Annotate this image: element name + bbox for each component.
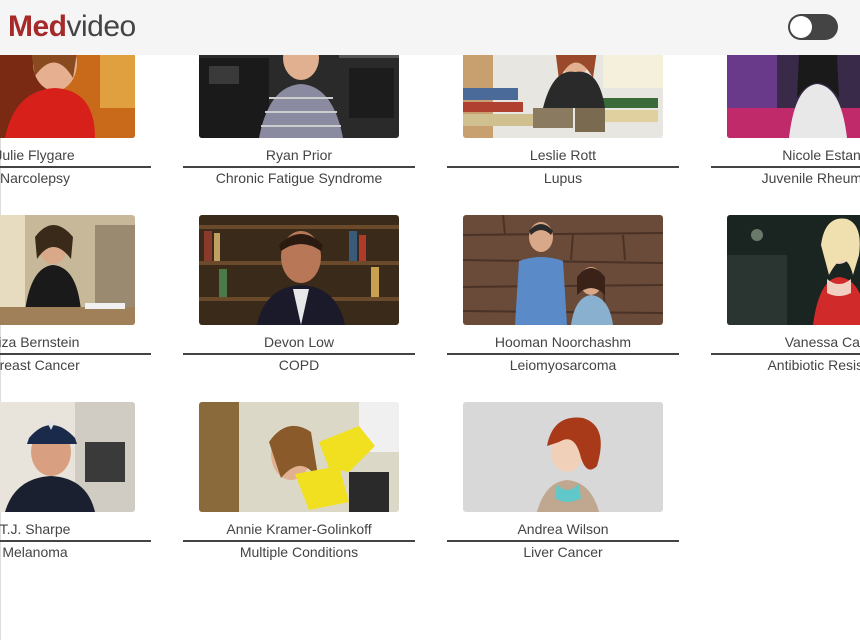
profile-name: Vanessa Carr xyxy=(784,334,860,350)
man-cap-icon xyxy=(0,402,135,512)
profile-condition: Melanoma xyxy=(2,544,68,560)
profile-card[interactable]: Andrea Wilson Liver Cancer xyxy=(447,402,679,577)
divider xyxy=(447,540,679,542)
couple-stone-wall-icon xyxy=(463,215,663,325)
profile-name: Andrea Wilson xyxy=(517,521,609,537)
app-header: Medvideo xyxy=(0,0,860,55)
profile-condition: Chronic Fatigue Syndrome xyxy=(215,170,383,186)
profile-card[interactable]: Liza Bernstein Breast Cancer xyxy=(0,215,151,390)
profile-condition: Narcolepsy xyxy=(0,170,71,186)
toggle-knob xyxy=(790,16,812,38)
profile-name: Hooman Noorchashm xyxy=(494,334,632,350)
profile-name: Nicole Estanol xyxy=(782,147,860,163)
profile-name: Julie Flygare xyxy=(0,147,75,163)
divider xyxy=(183,353,415,355)
medvideo-logo[interactable]: Medvideo xyxy=(8,10,136,44)
theme-toggle[interactable] xyxy=(788,14,838,40)
profile-condition: Leiomyosarcoma xyxy=(509,357,617,373)
profile-condition: COPD xyxy=(278,357,320,373)
divider xyxy=(711,353,860,355)
profile-condition: Antibiotic Resistant xyxy=(767,357,860,373)
profile-condition: Breast Cancer xyxy=(0,357,80,373)
profile-card[interactable]: Annie Kramer-Golinkoff Multiple Conditio… xyxy=(183,402,415,577)
woman-at-desk-icon xyxy=(0,215,135,325)
woman-red-hair-icon xyxy=(463,402,663,512)
logo-video: video xyxy=(66,10,137,43)
profile-name: Annie Kramer-Golinkoff xyxy=(226,521,372,537)
divider xyxy=(447,166,679,168)
profile-grid: Julie Flygare Narcolepsy Ryan Prior Chro… xyxy=(0,0,860,640)
man-bookshelf-icon xyxy=(199,215,399,325)
profile-condition: Juvenile Rheumatoid xyxy=(761,170,860,186)
logo-med: Med xyxy=(8,10,67,43)
profile-condition: Multiple Conditions xyxy=(239,544,359,560)
divider xyxy=(447,353,679,355)
divider xyxy=(183,166,415,168)
woman-night-street-icon xyxy=(727,215,860,325)
divider xyxy=(711,166,860,168)
profile-name: Ryan Prior xyxy=(265,147,333,163)
profile-name: Leslie Rott xyxy=(529,147,597,163)
profile-condition: Lupus xyxy=(543,170,583,186)
profile-card[interactable]: Hooman Noorchashm Leiomyosarcoma xyxy=(447,215,679,390)
profile-name: T.J. Sharpe xyxy=(0,521,71,537)
profile-condition: Liver Cancer xyxy=(523,544,603,560)
profile-name: Liza Bernstein xyxy=(0,334,80,350)
divider xyxy=(183,540,415,542)
profile-card[interactable]: T.J. Sharpe Melanoma xyxy=(0,402,151,577)
divider xyxy=(0,353,151,355)
divider xyxy=(0,540,151,542)
profile-card[interactable]: Vanessa Carr Antibiotic Resistant xyxy=(711,215,860,390)
woman-yellow-brace-icon xyxy=(199,402,399,512)
divider xyxy=(0,166,151,168)
profile-name: Devon Low xyxy=(263,334,335,350)
profile-card[interactable]: Devon Low COPD xyxy=(183,215,415,390)
